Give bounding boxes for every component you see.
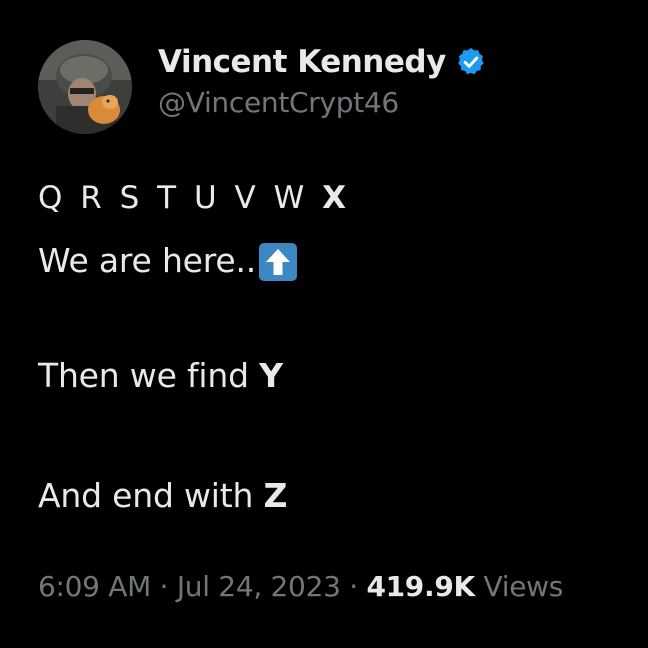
tweet-time[interactable]: 6:09 AM [38,570,151,603]
line3-bold: Y [259,356,283,395]
tweet-card: Vincent Kennedy @VincentCrypt46 Q R S T … [0,0,648,648]
tweet-line-find: Then we find Y [38,356,283,395]
views-label: Views [483,570,564,603]
line2-text: We are here.. [38,240,257,280]
meta-separator: · [349,570,358,603]
tweet-line-here: We are here.. [38,240,298,282]
tweet-line-letters: Q R S T U V W X [38,180,350,216]
meta-separator: · [159,570,169,603]
letters-regular: Q R S T U V W [38,180,309,216]
author-handle[interactable]: @VincentCrypt46 [158,86,399,119]
tweet-line-end: And end with Z [38,476,287,515]
views-count: 419.9K [366,570,475,603]
verified-badge-icon [455,46,487,78]
tweet-meta: 6:09 AM · Jul 24, 2023 · 419.9K Views [38,570,563,603]
avatar-photo [38,40,132,134]
line4-bold: Z [263,476,288,515]
line4-prefix: And end with [38,476,254,515]
letters-bold: X [322,180,350,216]
display-name[interactable]: Vincent Kennedy [158,44,446,80]
tweet-date[interactable]: Jul 24, 2023 [177,570,341,603]
display-name-row[interactable]: Vincent Kennedy [158,38,487,86]
line3-prefix: Then we find [38,356,249,395]
avatar[interactable] [38,40,132,134]
up-arrow-emoji-icon [258,242,298,282]
